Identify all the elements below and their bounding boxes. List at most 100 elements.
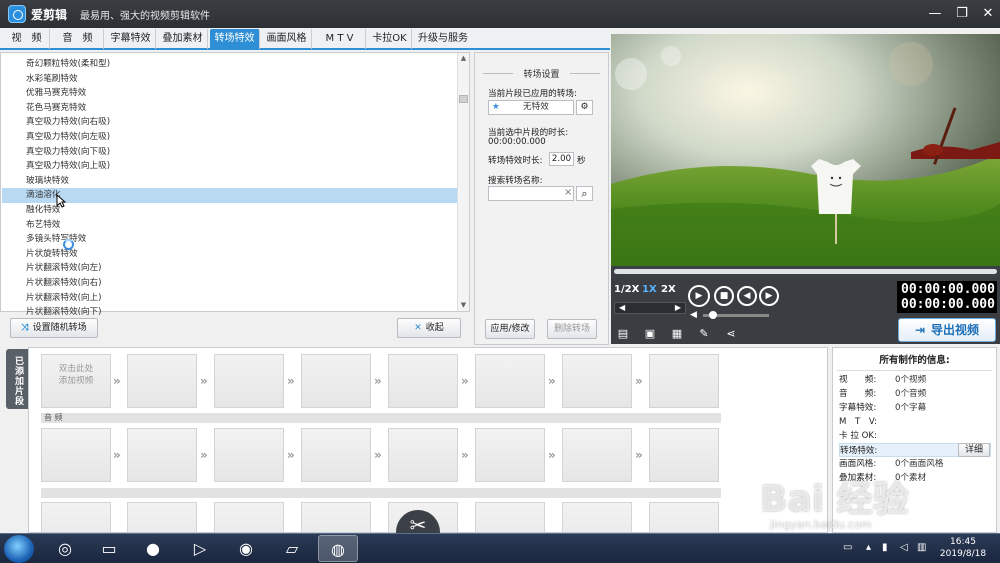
transition-preview-icon[interactable]: ⚙ — [576, 100, 593, 115]
transition-list-item[interactable]: 优雅马赛克特效 — [2, 86, 458, 101]
tab-audio[interactable]: 音 频 — [52, 29, 104, 49]
audio-slot[interactable] — [301, 428, 371, 482]
transition-list-item[interactable]: 片状翻滚特效(向右) — [2, 276, 458, 291]
delete-transition-button[interactable]: 删除转场 — [547, 319, 597, 339]
minimize-button[interactable]: — — [923, 4, 947, 24]
list-scrollbar[interactable]: ▲ ▼ — [457, 53, 469, 311]
edit-icon[interactable]: ✎ — [697, 327, 711, 341]
tab-mtv[interactable]: M T V — [314, 29, 366, 49]
open-folder-icon[interactable]: ▣ — [643, 327, 657, 341]
tab-upgrade[interactable]: 升级与服务 — [414, 29, 472, 49]
file-explorer-icon[interactable]: ▭ — [89, 535, 129, 562]
video-slot[interactable] — [41, 502, 111, 532]
play-icon[interactable]: ▶ — [688, 285, 710, 307]
clear-search-icon[interactable]: × — [564, 187, 572, 198]
export-video-button[interactable]: ⇥ 导出视频 — [898, 318, 996, 342]
video-slot[interactable] — [649, 354, 719, 408]
scroll-up-icon[interactable]: ▲ — [458, 53, 469, 64]
system-clock[interactable]: 16:45 2019/8/18 — [938, 536, 988, 560]
transition-list-item[interactable]: 奇幻颗粒特效(柔和型) — [2, 57, 458, 72]
playback-progress-bar[interactable] — [611, 266, 1000, 278]
tab-video[interactable]: 视 频 — [4, 29, 50, 49]
media-player-icon[interactable]: ◎ — [45, 535, 85, 562]
transition-list-item[interactable]: 水彩笔刷特效 — [2, 72, 458, 87]
collapse-button[interactable]: ✕ 收起 — [397, 318, 461, 338]
random-transition-button[interactable]: ⤨ 设置随机转场 — [10, 318, 98, 338]
audio-slot[interactable] — [388, 428, 458, 482]
transition-list-item[interactable]: 真空吸力特效(向右吸) — [2, 115, 458, 130]
keyboard-tray-icon[interactable]: ▭ — [843, 542, 852, 553]
security-tray-icon[interactable]: ▮ — [882, 542, 888, 553]
start-button-icon[interactable] — [4, 535, 34, 563]
apply-modify-button[interactable]: 应用/修改 — [485, 319, 535, 339]
stop-icon[interactable]: ■ — [714, 286, 734, 306]
volume-tray-icon[interactable]: ◁ — [900, 542, 908, 553]
video-slot[interactable] — [301, 502, 371, 532]
transition-list-item[interactable]: 片状翻滚特效(向上) — [2, 291, 458, 306]
aijianji-taskbar-icon[interactable]: ◍ — [318, 535, 358, 562]
next-icon[interactable]: ▶ — [759, 286, 779, 306]
audio-slot[interactable] — [562, 428, 632, 482]
frame-step-bar[interactable]: ◀ ▶ — [614, 302, 686, 314]
transition-list-item[interactable]: 片状翻滚特效(向左) — [2, 261, 458, 276]
next-frame-icon[interactable]: ▶ — [675, 303, 681, 312]
transition-list-item[interactable]: 玻璃块特效 — [2, 174, 458, 189]
video-slot[interactable] — [562, 502, 632, 532]
progress-track[interactable] — [614, 269, 997, 274]
video-slot[interactable] — [388, 354, 458, 408]
save-icon[interactable]: ▦ — [670, 327, 684, 341]
audio-slot[interactable] — [214, 428, 284, 482]
tab-overlay[interactable]: 叠加素材 — [158, 29, 208, 49]
network-tray-icon[interactable]: ▥ — [917, 542, 926, 553]
scroll-down-icon[interactable]: ▼ — [458, 300, 469, 311]
video-slot[interactable] — [475, 502, 545, 532]
video-slot[interactable] — [301, 354, 371, 408]
transition-list-item[interactable]: 布艺特效 — [2, 218, 458, 233]
browser-icon[interactable]: ◉ — [226, 535, 266, 562]
previous-icon[interactable]: ◀ — [737, 286, 757, 306]
video-slot[interactable] — [127, 354, 197, 408]
video-player-icon[interactable]: ▷ — [180, 535, 220, 562]
audio-slot[interactable] — [41, 428, 111, 482]
video-slot[interactable] — [562, 354, 632, 408]
restore-button[interactable]: ❐ — [950, 4, 974, 24]
expand-tray-icon[interactable]: ▴ — [866, 542, 871, 553]
transition-list-item[interactable]: 花色马赛克特效 — [2, 101, 458, 116]
scroll-thumb[interactable] — [459, 95, 468, 103]
transition-list-item[interactable]: 真空吸力特效(向左吸) — [2, 130, 458, 145]
tab-transitions[interactable]: 转场特效 — [210, 29, 260, 49]
video-slot[interactable] — [475, 354, 545, 408]
speed-half[interactable]: 1/2X — [614, 284, 639, 300]
video-slot[interactable] — [127, 502, 197, 532]
tablet-icon[interactable]: ▱ — [272, 535, 312, 562]
audio-slot[interactable] — [649, 428, 719, 482]
transition-list-item[interactable]: 真空吸力特效(向上吸) — [2, 159, 458, 174]
close-button[interactable]: ✕ — [976, 4, 1000, 24]
volume-knob[interactable] — [709, 311, 717, 319]
tab-karaoke[interactable]: 卡拉OK — [368, 29, 412, 49]
tab-picture-style[interactable]: 画面风格 — [262, 29, 312, 49]
tab-subtitle-effects[interactable]: 字幕特效 — [106, 29, 156, 49]
video-slot[interactable] — [649, 502, 719, 532]
volume-icon[interactable]: ◀ — [690, 310, 697, 320]
transition-list-item[interactable]: 融化特效 — [2, 203, 458, 218]
search-icon[interactable]: ⌕ — [576, 186, 593, 201]
speed-normal[interactable]: 1X — [642, 284, 657, 300]
video-slot[interactable] — [214, 354, 284, 408]
share-icon[interactable]: ⋖ — [724, 327, 738, 341]
add-video-slot[interactable]: 双击此处 添加视频 — [41, 354, 111, 408]
transition-list-item[interactable]: 真空吸力特效(向下吸) — [2, 145, 458, 160]
info-value: 0个画面风格 — [895, 459, 944, 469]
audio-slot[interactable] — [475, 428, 545, 482]
added-clips-tab[interactable]: 已添加片段 — [6, 349, 28, 409]
firefox-icon[interactable]: ● — [133, 535, 173, 562]
prev-frame-icon[interactable]: ◀ — [619, 303, 625, 312]
audio-slot[interactable] — [127, 428, 197, 482]
speed-double[interactable]: 2X — [661, 284, 676, 300]
search-input[interactable] — [488, 186, 574, 201]
effect-duration-input[interactable]: 2.00 — [549, 152, 574, 166]
video-slot[interactable] — [214, 502, 284, 532]
details-button[interactable]: 详细 — [958, 443, 990, 457]
new-project-icon[interactable]: ▤ — [616, 327, 630, 341]
transition-list-item[interactable]: 滴油溶化 — [2, 188, 458, 203]
